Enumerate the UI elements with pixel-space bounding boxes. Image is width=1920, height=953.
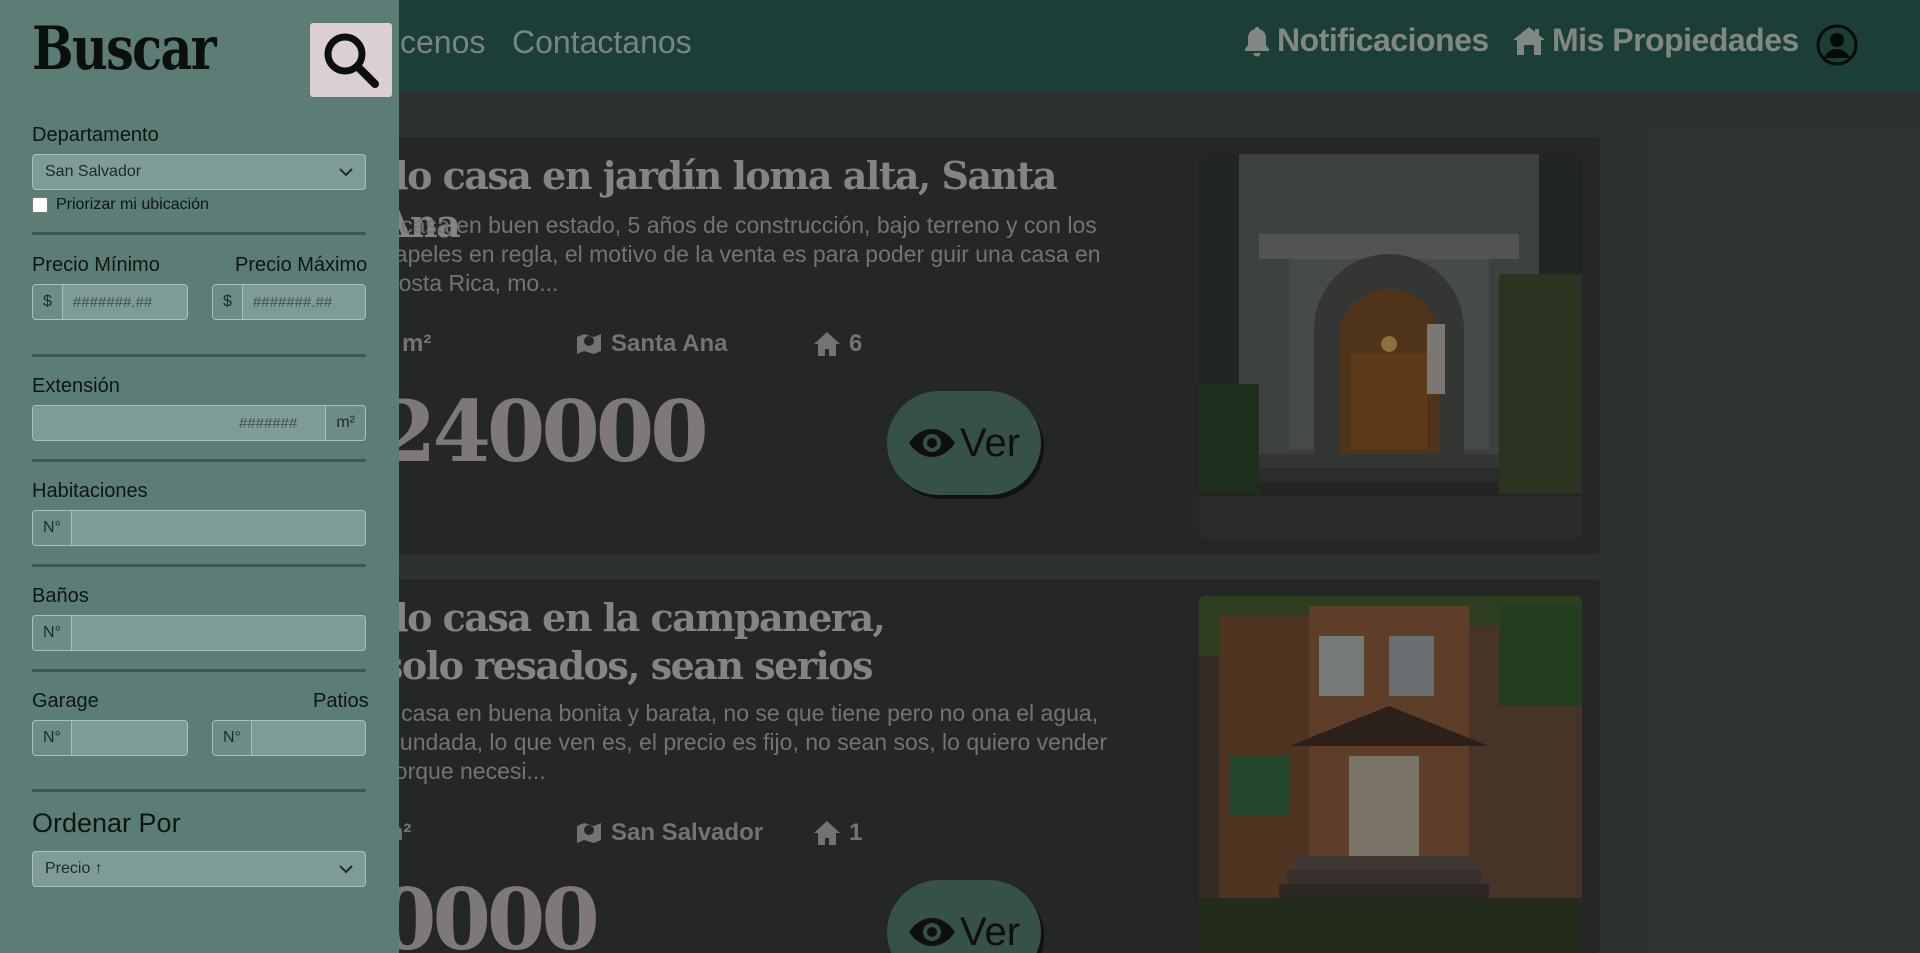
nav-notifications[interactable]: Notificaciones [1243, 22, 1489, 59]
listing-photo[interactable] [1199, 596, 1582, 953]
number-prefix: N° [33, 616, 72, 650]
section-divider [32, 669, 366, 672]
nav-my-properties-label: Mis Propiedades [1552, 22, 1799, 58]
price-max-field[interactable]: $ [212, 284, 366, 320]
house-photo-image [1199, 154, 1582, 538]
nav-link-about[interactable]: cenos [400, 24, 485, 61]
nav-notifications-label: Notificaciones [1277, 22, 1489, 58]
section-divider [32, 232, 366, 235]
house-icon [1513, 26, 1545, 55]
price-min-label: Precio Mínimo [32, 254, 160, 276]
area-unit-suffix: m² [325, 406, 365, 440]
eye-icon [908, 429, 955, 457]
order-by-selected-value: Precio ↑ [45, 860, 103, 877]
nav-link-contact[interactable]: Contactanos [512, 24, 692, 61]
number-prefix: N° [33, 511, 72, 545]
chevron-down-icon [339, 168, 353, 177]
rooms-label: Habitaciones [32, 480, 148, 502]
garage-field[interactable]: N° [32, 720, 188, 756]
department-label: Departamento [32, 124, 159, 146]
home-icon [814, 821, 840, 845]
map-pin-icon [577, 823, 601, 843]
section-divider [32, 459, 366, 462]
department-selected-value: San Salvador [45, 163, 142, 180]
order-by-select[interactable]: Precio ↑ [32, 851, 366, 887]
number-prefix: N° [213, 721, 252, 755]
price-max-input[interactable] [242, 285, 365, 319]
view-listing-label: Ver [959, 909, 1021, 953]
rooms-input[interactable] [71, 511, 365, 545]
bathrooms-field[interactable]: N° [32, 615, 366, 651]
extension-input[interactable] [33, 406, 326, 440]
number-prefix: N° [33, 721, 72, 755]
garage-input[interactable] [71, 721, 187, 755]
house-photo-image [1199, 596, 1582, 953]
bathrooms-input[interactable] [71, 616, 365, 650]
map-pin-icon [577, 334, 601, 354]
prioritize-location-label: Priorizar mi ubicación [56, 196, 209, 213]
listing-description: o casa en buena bonita y barata, no se q… [382, 700, 1107, 784]
listing-price: 0000 [378, 870, 600, 953]
patios-field[interactable]: N° [212, 720, 366, 756]
prioritize-location-checkbox[interactable]: Priorizar mi ubicación [32, 196, 209, 214]
listing-photo[interactable] [1199, 154, 1582, 538]
patios-input[interactable] [251, 721, 365, 755]
listing-rooms: 6 [813, 330, 862, 358]
price-max-label: Precio Máximo [235, 254, 368, 276]
garage-label: Garage [32, 690, 99, 712]
listing-rooms-value: 6 [849, 330, 863, 357]
search-icon [324, 33, 379, 88]
section-divider [32, 564, 366, 567]
bathrooms-label: Baños [32, 585, 89, 607]
home-icon [814, 332, 840, 356]
listing-location: San Salvador [575, 819, 763, 847]
sidebar-title: Buscar [32, 14, 217, 84]
section-divider [32, 354, 366, 357]
listing-description: o casa en buen estado, 5 años de constru… [382, 212, 1101, 296]
view-listing-button[interactable]: Ver [887, 391, 1041, 495]
listing-rooms: 1 [813, 819, 862, 847]
currency-prefix: $ [33, 285, 63, 319]
price-min-field[interactable]: $ [32, 284, 188, 320]
chevron-down-icon [339, 865, 353, 874]
bell-icon [1245, 26, 1269, 56]
listing-rooms-value: 1 [849, 819, 863, 846]
rooms-field[interactable]: N° [32, 510, 366, 546]
listing-location-value: San Salvador [611, 819, 764, 846]
section-divider [32, 789, 366, 792]
patios-label: Patios [313, 690, 369, 712]
currency-prefix: $ [213, 285, 243, 319]
search-button[interactable] [310, 23, 392, 97]
extension-field[interactable]: m² [32, 405, 366, 441]
listing-title: do casa en la campanera, solo resados, s… [382, 595, 886, 688]
listing-card: do casa en la campanera, solo resados, s… [290, 579, 1600, 953]
checkbox-box[interactable] [32, 197, 48, 213]
eye-icon [908, 918, 955, 946]
nav-my-properties[interactable]: Mis Propiedades [1512, 22, 1799, 59]
view-listing-button[interactable]: Ver [887, 880, 1041, 953]
order-by-label: Ordenar Por [32, 808, 181, 838]
listing-card: do casa en jardín loma alta, Santa Ana o… [290, 137, 1600, 554]
listing-location-value: Santa Ana [611, 330, 728, 357]
listing-price: 240000 [378, 382, 709, 481]
listing-location: Santa Ana [575, 330, 727, 358]
extension-label: Extensión [32, 375, 120, 397]
filter-sidebar: Buscar Departamento San Salvador Prioriz… [0, 0, 399, 953]
price-min-input[interactable] [62, 285, 187, 319]
user-avatar-icon[interactable] [1816, 24, 1858, 66]
view-listing-label: Ver [959, 420, 1021, 465]
department-select[interactable]: San Salvador [32, 154, 366, 190]
